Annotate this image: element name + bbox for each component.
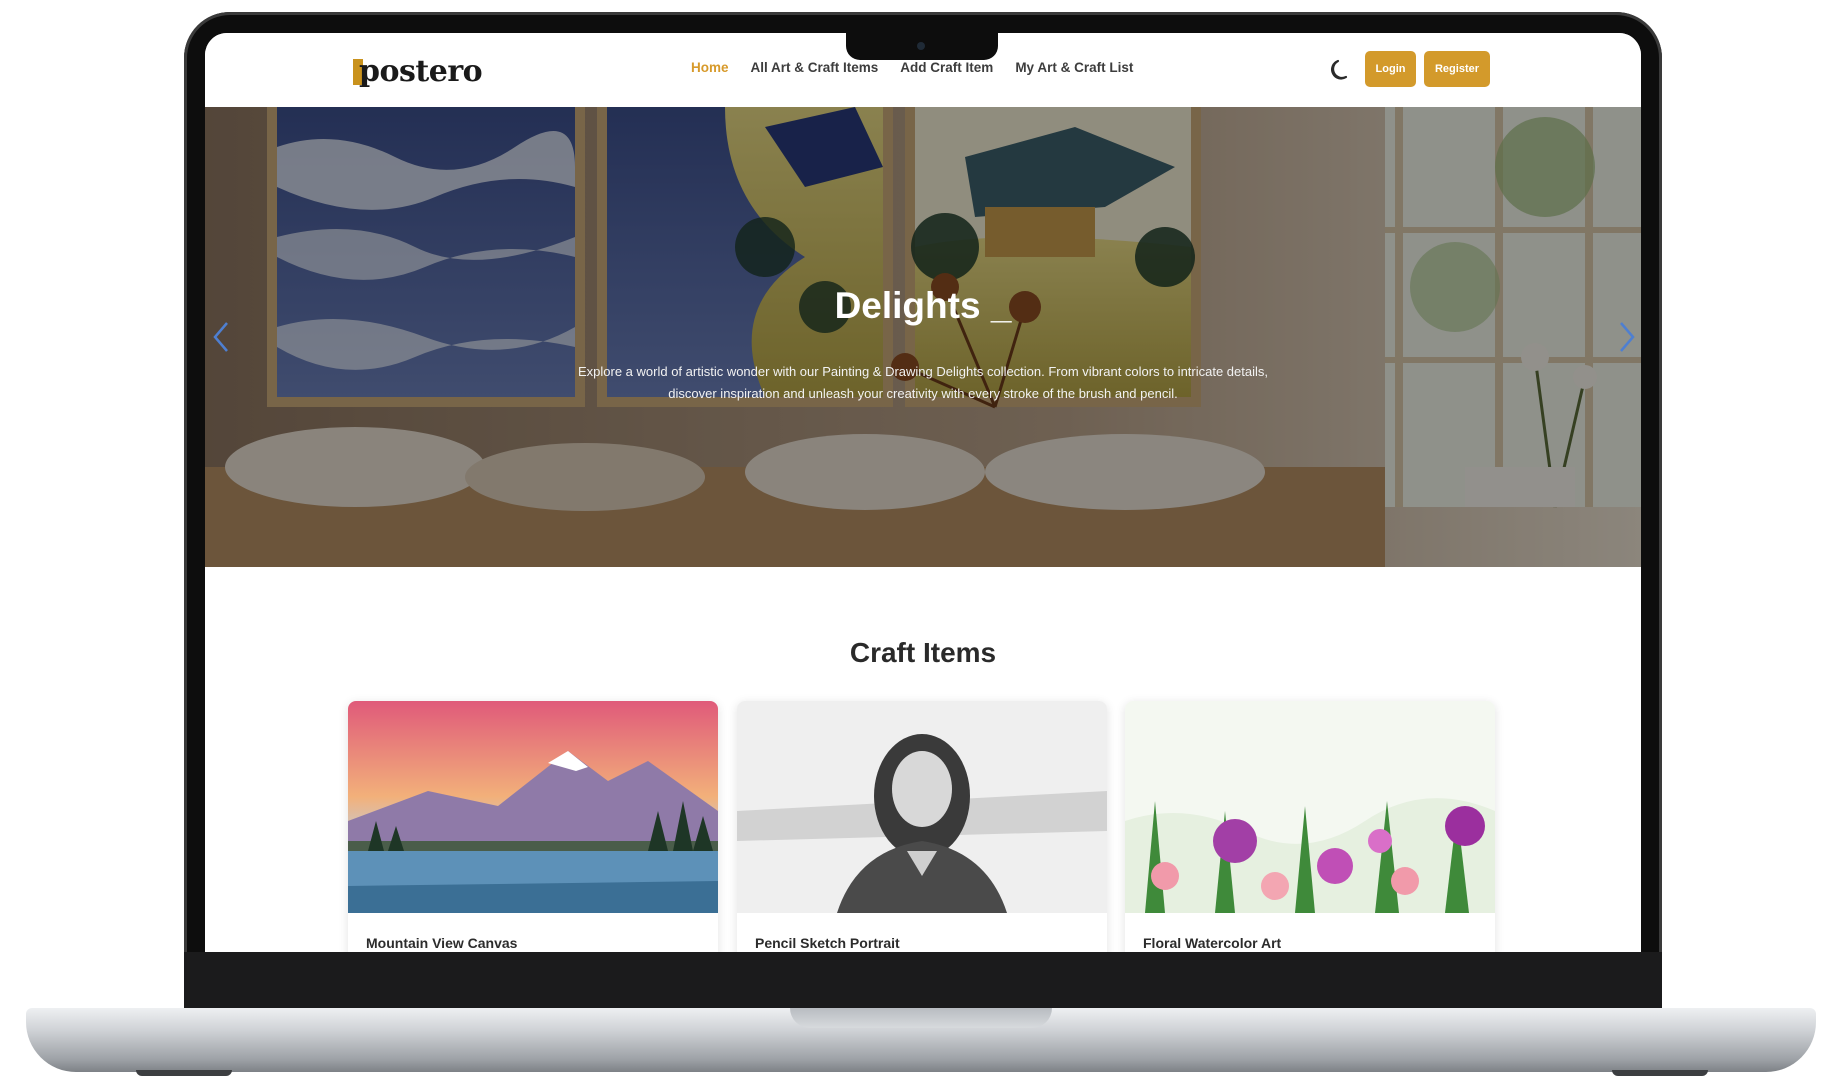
section-title: Craft Items <box>849 637 997 668</box>
card-title: Pencil Sketch Portrait <box>755 935 900 951</box>
card-title: Floral Watercolor Art <box>1143 935 1282 951</box>
moon-icon[interactable] <box>1327 56 1355 84</box>
hero-title: Delights _ <box>834 285 1012 326</box>
nav-link-all-items[interactable]: All Art & Craft Items <box>751 60 879 75</box>
nav-links: Home All Art & Craft Items Add Craft Ite… <box>691 60 1133 75</box>
craft-card[interactable]: Floral Watercolor Art <box>1125 701 1495 952</box>
laptop-foot-right <box>1612 1070 1708 1076</box>
card-image-floral <box>1125 701 1495 913</box>
nav-link-home[interactable]: Home <box>691 60 729 75</box>
laptop-opening-notch <box>790 1008 1052 1028</box>
card-title: Mountain View Canvas <box>366 935 518 951</box>
nav-link-my-list[interactable]: My Art & Craft List <box>1015 60 1133 75</box>
hero-carousel: Delights _ Explore a world of artistic w… <box>205 107 1641 567</box>
craft-card[interactable]: Pencil Sketch Portrait <box>737 701 1107 952</box>
laptop-foot-left <box>136 1070 232 1076</box>
camera-icon <box>917 42 925 50</box>
nav-link-add-item[interactable]: Add Craft Item <box>900 60 993 75</box>
browser-screen: postero Home All Art & Craft Items Add C… <box>205 33 1641 952</box>
camera-notch <box>846 32 998 60</box>
hero-description: Explore a world of artistic wonder with … <box>577 364 1268 401</box>
craft-card[interactable]: Mountain View Canvas <box>348 701 718 952</box>
register-button[interactable]: Register <box>1424 51 1490 87</box>
hero-overlay <box>205 107 1641 567</box>
brand-name: postero <box>359 53 483 89</box>
screen-bottom-bezel <box>184 952 1662 1008</box>
login-button[interactable]: Login <box>1365 51 1416 87</box>
chevron-right-icon[interactable] <box>1613 317 1639 357</box>
brand-logo[interactable]: postero <box>353 51 483 91</box>
chevron-left-icon[interactable] <box>209 317 235 357</box>
card-image-portrait <box>737 701 1107 913</box>
card-image-mountain <box>348 701 718 913</box>
